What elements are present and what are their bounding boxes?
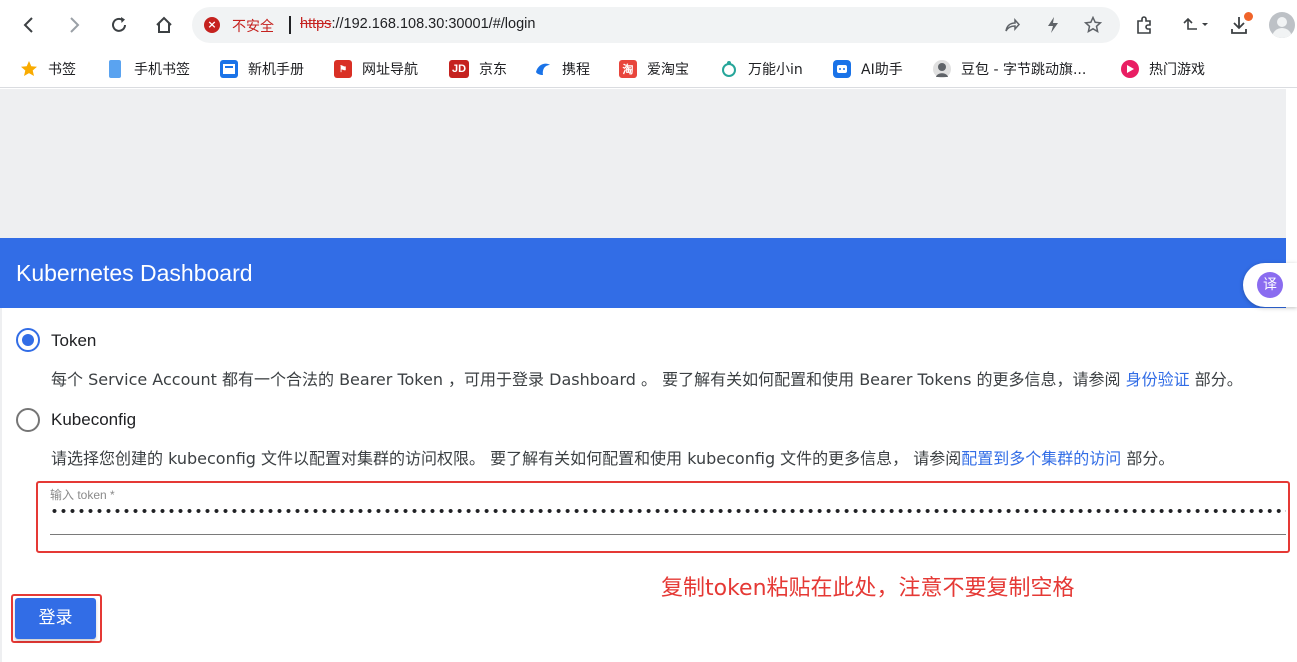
doubao-icon bbox=[933, 60, 951, 78]
bookmark-label: 新机手册 bbox=[248, 62, 304, 78]
bookmark-item[interactable]: 热门游戏 bbox=[1121, 58, 1205, 80]
page-background bbox=[0, 89, 1286, 238]
kubeconfig-description: 请选择您创建的 kubeconfig 文件以配置对集群的访问权限。 要了解有关如… bbox=[51, 445, 1174, 469]
token-radio[interactable] bbox=[16, 328, 40, 352]
url-rest: ://192.168.108.30:30001/#/login bbox=[331, 16, 536, 32]
bookmark-label: 爱淘宝 bbox=[647, 62, 689, 78]
token-desc-text: 每个 Service Account 都有一个合法的 Bearer Token … bbox=[51, 370, 1126, 389]
home-icon bbox=[156, 16, 172, 33]
url-scheme: https bbox=[300, 16, 332, 32]
bookmark-label: 网址导航 bbox=[362, 62, 418, 78]
bookmark-label: 携程 bbox=[562, 62, 590, 78]
page-right-edge bbox=[1286, 89, 1297, 662]
bookmark-label: 豆包 - 字节跳动旗... bbox=[961, 62, 1087, 78]
bookmark-item[interactable]: ⚑ 网址导航 bbox=[334, 58, 418, 80]
bookmark-item[interactable]: 新机手册 bbox=[220, 58, 304, 80]
taobao-icon: 淘 bbox=[619, 60, 637, 78]
bookmark-item[interactable]: 万能小in bbox=[720, 58, 803, 80]
reload-button[interactable] bbox=[104, 10, 134, 40]
translate-icon: 译 bbox=[1257, 272, 1283, 298]
kubeconfig-radio[interactable] bbox=[16, 408, 40, 432]
token-desc-suffix: 部分。 bbox=[1189, 370, 1243, 389]
ctrip-icon bbox=[534, 60, 552, 78]
kubeconfig-desc-text: 请选择您创建的 kubeconfig 文件以配置对集群的访问权限。 要了解有关如… bbox=[51, 449, 962, 468]
profile-avatar[interactable] bbox=[1269, 12, 1295, 38]
kubeconfig-option-label[interactable]: Kubeconfig bbox=[51, 410, 136, 430]
bookmark-item[interactable]: 手机书签 bbox=[106, 58, 190, 80]
bookmark-item[interactable]: JD 京东 bbox=[449, 58, 507, 80]
dashboard-header: Kubernetes Dashboard bbox=[0, 238, 1286, 308]
bookmarks-bar: 书签 手机书签 新机手册 ⚑ 网址导航 JD 京东 携程 淘 爱淘宝 万能小in… bbox=[0, 50, 1297, 88]
manual-icon bbox=[220, 60, 238, 78]
forward-arrow-icon bbox=[70, 17, 80, 33]
wannengin-icon bbox=[720, 60, 738, 78]
bookmark-item[interactable]: 书签 bbox=[20, 58, 76, 80]
bookmark-label: 手机书签 bbox=[134, 62, 190, 78]
extensions-icon[interactable] bbox=[1132, 12, 1158, 38]
address-separator bbox=[289, 16, 291, 34]
bookmark-label: 书签 bbox=[48, 62, 76, 78]
nav-icon: ⚑ bbox=[334, 60, 352, 78]
multi-cluster-docs-link[interactable]: 配置到多个集群的访问 bbox=[961, 449, 1121, 468]
avatar-head bbox=[1277, 17, 1287, 27]
token-description: 每个 Service Account 都有一个合法的 Bearer Token … bbox=[51, 366, 1243, 390]
bookmark-label: 京东 bbox=[479, 62, 507, 78]
page-title: Kubernetes Dashboard bbox=[16, 260, 253, 286]
ai-assistant-icon bbox=[833, 60, 851, 78]
token-input-label: 输入 token * bbox=[50, 488, 115, 502]
game-icon bbox=[1121, 60, 1139, 78]
avatar-body bbox=[1272, 28, 1292, 38]
bookmark-label: 万能小in bbox=[748, 62, 803, 78]
login-button[interactable]: 登录 bbox=[15, 598, 96, 639]
token-input-underline bbox=[50, 534, 1286, 535]
download-badge bbox=[1244, 12, 1253, 21]
token-input[interactable]: ••••••••••••••••••••••••••••••••••••••••… bbox=[50, 504, 1286, 532]
page-left-edge bbox=[0, 89, 2, 662]
bookmark-label: AI助手 bbox=[861, 62, 903, 78]
share-icon[interactable] bbox=[1002, 15, 1022, 35]
auth-docs-link[interactable]: 身份验证 bbox=[1126, 370, 1190, 389]
bookmark-item[interactable]: 豆包 - 字节跳动旗... bbox=[933, 58, 1086, 80]
back-arrow-icon bbox=[23, 17, 33, 33]
reload-icon bbox=[112, 17, 126, 32]
phone-icon bbox=[109, 60, 121, 78]
download-icon[interactable] bbox=[1226, 12, 1253, 38]
url-text[interactable]: https://192.168.108.30:30001/#/login bbox=[300, 16, 535, 32]
home-button[interactable] bbox=[149, 10, 179, 40]
kubeconfig-desc-suffix: 部分。 bbox=[1121, 449, 1175, 468]
forward-button[interactable] bbox=[59, 10, 89, 40]
security-label[interactable]: 不安全 bbox=[232, 16, 274, 36]
back-button[interactable] bbox=[14, 10, 44, 40]
bookmark-item[interactable]: 淘 爱淘宝 bbox=[619, 58, 689, 80]
star-icon bbox=[20, 60, 38, 78]
bookmark-item[interactable]: AI助手 bbox=[833, 58, 903, 80]
not-secure-icon[interactable]: × bbox=[204, 17, 220, 33]
address-bar[interactable]: × 不安全 https://192.168.108.30:30001/#/log… bbox=[192, 7, 1120, 43]
bookmark-item[interactable]: 携程 bbox=[534, 58, 590, 80]
bookmark-star-icon[interactable] bbox=[1083, 15, 1103, 35]
lightning-icon[interactable] bbox=[1043, 15, 1063, 35]
token-option-label[interactable]: Token bbox=[51, 331, 96, 351]
bookmark-label: 热门游戏 bbox=[1149, 62, 1205, 78]
translate-button[interactable]: 译 bbox=[1243, 263, 1297, 307]
browser-toolbar: × 不安全 https://192.168.108.30:30001/#/log… bbox=[0, 0, 1297, 50]
annotation-text: 复制token粘贴在此处，注意不要复制空格 bbox=[661, 576, 1075, 601]
jd-icon: JD bbox=[449, 60, 469, 78]
tab-search-icon[interactable] bbox=[1178, 12, 1212, 38]
